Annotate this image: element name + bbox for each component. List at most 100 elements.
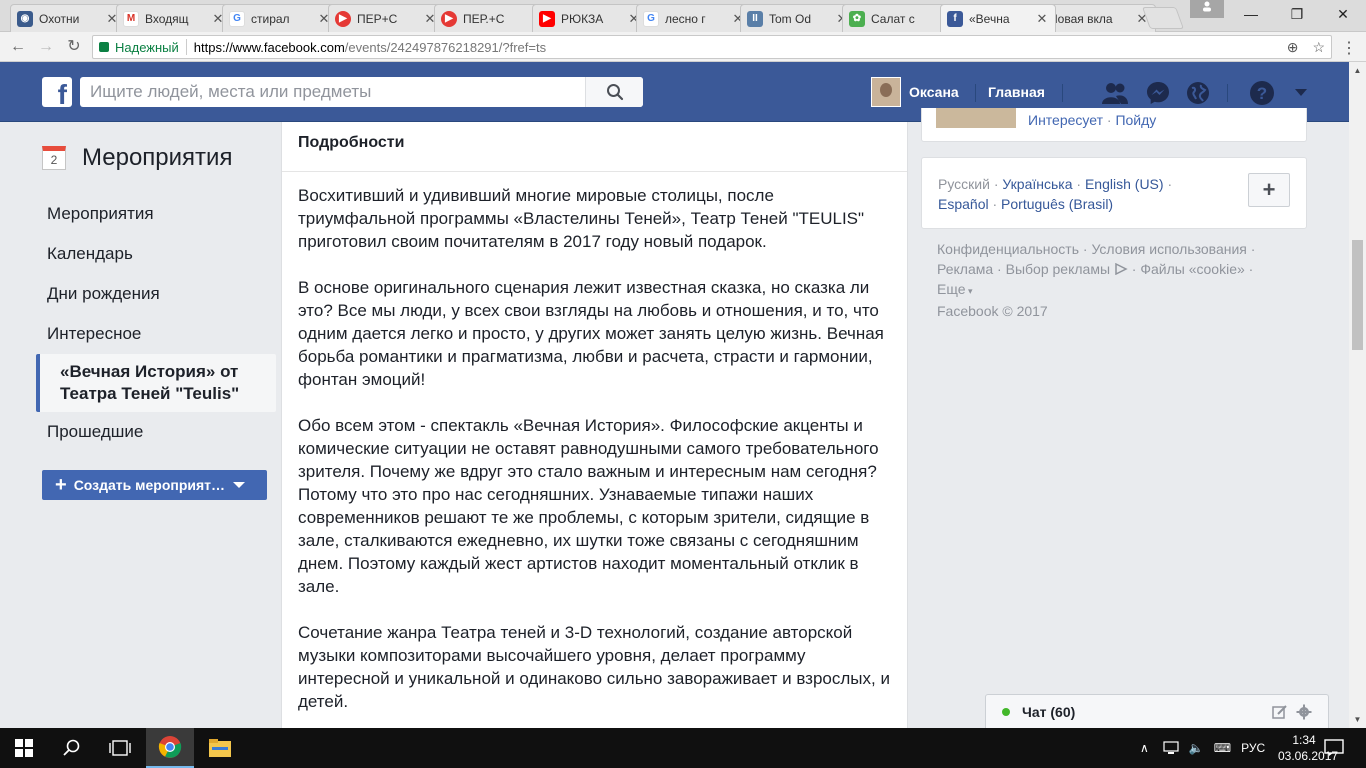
file-explorer-icon[interactable] [196, 728, 244, 768]
calendar-icon: 2 [42, 146, 66, 170]
task-view-icon[interactable] [96, 728, 144, 768]
details-paragraph: Сочетание жанра Театра теней и 3-D техно… [298, 623, 890, 711]
network-icon[interactable] [1163, 741, 1179, 755]
scroll-up-arrow-icon[interactable]: ▲ [1349, 62, 1366, 79]
browser-tab[interactable]: ◉ Охотни ✕ [10, 4, 126, 32]
url-path: /events/242497876218291/?fref=ts [344, 39, 547, 55]
event-details-card: Подробности Восхитивший и удививший мног… [281, 122, 908, 728]
ads-link[interactable]: Реклама [937, 261, 993, 277]
ad-choices-link[interactable]: Выбор рекламы [1006, 261, 1110, 277]
browser-tab[interactable]: II Tom Od ✕ [740, 4, 856, 32]
going-link[interactable]: Пойду [1115, 112, 1156, 128]
address-bar[interactable]: Надежный https://www.facebook.com/events… [92, 35, 1332, 59]
windows-start-icon[interactable] [0, 728, 48, 768]
profile-icon[interactable] [1190, 0, 1224, 18]
lock-icon [99, 42, 109, 52]
input-language[interactable]: РУС [1241, 741, 1265, 755]
tray-chevron-up-icon[interactable]: ∧ [1140, 741, 1149, 755]
account-menu-caret-icon[interactable] [1288, 80, 1314, 106]
facebook-logo-icon[interactable]: f [42, 77, 72, 107]
page-scrollbar[interactable]: ▲ ▼ [1349, 62, 1366, 728]
close-icon[interactable]: ✕ [1035, 11, 1049, 27]
details-paragraph: Восхитивший и удививший многие мировые с… [298, 186, 865, 251]
zoom-icon[interactable]: ⊕ [1287, 39, 1299, 56]
language-link[interactable]: Українська [1002, 176, 1072, 192]
separator-dot: · [993, 261, 1006, 277]
back-arrow-icon[interactable]: ← [8, 37, 28, 57]
scroll-down-arrow-icon[interactable]: ▼ [1349, 711, 1366, 728]
taskbar-clock[interactable]: 1:34 03.06.2017 [1278, 732, 1339, 764]
related-event-card: Интересует · Пойду [921, 108, 1307, 142]
more-languages-button[interactable]: + [1248, 173, 1290, 207]
event-thumbnail[interactable] [936, 108, 1016, 128]
clock-date: 03.06.2017 [1278, 749, 1339, 763]
language-link[interactable]: Português (Brasil) [1001, 196, 1113, 212]
search-button[interactable] [585, 77, 643, 107]
volume-icon[interactable]: 🔈 [1189, 741, 1204, 755]
google-icon: G [643, 10, 659, 27]
browser-menu-icon[interactable]: ⋮ [1341, 38, 1357, 58]
search-icon[interactable] [48, 728, 96, 768]
sidebar-item-discover[interactable]: Интересное [36, 314, 276, 354]
user-name: Оксана [909, 84, 959, 100]
scrollbar-thumb[interactable] [1352, 240, 1363, 350]
profile-link[interactable]: Оксана [871, 77, 959, 107]
privacy-link[interactable]: Конфиденциальность [937, 241, 1079, 257]
clock-time: 1:34 [1292, 733, 1316, 747]
sidebar-item-past[interactable]: Прошедшие [36, 412, 276, 452]
chevron-down-icon [233, 482, 246, 488]
language-link[interactable]: English (US) [1085, 176, 1164, 192]
terms-link[interactable]: Условия использования [1091, 241, 1246, 257]
details-heading: Подробности [282, 122, 907, 172]
browser-tab[interactable]: G стирал ✕ [222, 4, 338, 32]
keyboard-icon[interactable]: ⌨ [1214, 741, 1231, 755]
globe-icon: ◉ [17, 10, 33, 27]
media-play-icon: ▶ [335, 10, 351, 27]
action-center-icon[interactable] [1324, 728, 1344, 768]
sidebar-item-birthdays[interactable]: Дни рождения [36, 274, 276, 314]
sidebar-title[interactable]: Мероприятия [82, 144, 232, 172]
google-icon: G [229, 10, 245, 27]
help-icon[interactable]: ? [1249, 80, 1275, 106]
new-tab-button[interactable] [1141, 7, 1185, 29]
notifications-globe-icon[interactable] [1185, 80, 1211, 106]
interested-link[interactable]: Интересует [1028, 112, 1103, 128]
divider [185, 39, 187, 55]
tab-label: Входящ [145, 11, 189, 26]
reload-icon[interactable]: ↻ [64, 37, 84, 57]
friend-requests-icon[interactable] [1102, 80, 1128, 106]
messenger-icon[interactable] [1145, 80, 1171, 106]
browser-tab[interactable]: Новая вкла ✕ [1040, 4, 1156, 32]
pause-icon: II [747, 10, 763, 27]
gear-icon[interactable] [1296, 704, 1312, 720]
sidebar-item-calendar[interactable]: Календарь [36, 234, 276, 274]
search-input[interactable] [80, 77, 585, 107]
home-link[interactable]: Главная [988, 84, 1045, 100]
cookies-link[interactable]: Файлы «cookie» [1140, 261, 1244, 277]
browser-tab[interactable]: G лесно г ✕ [636, 4, 752, 32]
create-event-button[interactable]: + Создать мероприят… [42, 470, 267, 500]
browser-tab[interactable]: ▶ РЮКЗА ✕ [532, 4, 648, 32]
more-link[interactable]: Еще [937, 281, 966, 297]
minimize-button[interactable]: — [1228, 0, 1274, 28]
sidebar-item-events[interactable]: Мероприятия [36, 194, 276, 234]
security-indicator[interactable]: Надежный [99, 40, 179, 55]
tab-label: РЮКЗА [561, 11, 604, 26]
browser-tab-active[interactable]: f «Вечна ✕ [940, 4, 1056, 32]
maximize-button[interactable]: ❐ [1274, 0, 1320, 28]
browser-tab[interactable]: ▶ ПЕР+С ✕ [328, 4, 444, 32]
bookmark-star-icon[interactable]: ☆ [1312, 39, 1325, 56]
chrome-taskbar-icon[interactable] [146, 728, 194, 768]
compose-icon[interactable] [1272, 704, 1288, 720]
sidebar-item-current-event[interactable]: «Вечная История» от Театра Теней "Teulis… [36, 354, 276, 412]
windows-taskbar: ∧ 🔈 ⌨ РУС 1:34 03.06.2017 [0, 728, 1366, 768]
sidebar-header: 2 Мероприятия [36, 122, 276, 194]
close-window-button[interactable]: ✕ [1320, 0, 1366, 28]
forward-arrow-icon[interactable]: → [36, 37, 56, 57]
browser-toolbar: ← → ↻ Надежный https://www.facebook.com /… [0, 32, 1366, 62]
language-link[interactable]: Español [938, 196, 989, 212]
tab-label: Новая вкла [1049, 11, 1113, 26]
separator-dot: · [1079, 241, 1092, 257]
browser-tab[interactable]: M Входящ ✕ [116, 4, 232, 32]
chat-bar[interactable]: Чат (60) [985, 694, 1329, 728]
